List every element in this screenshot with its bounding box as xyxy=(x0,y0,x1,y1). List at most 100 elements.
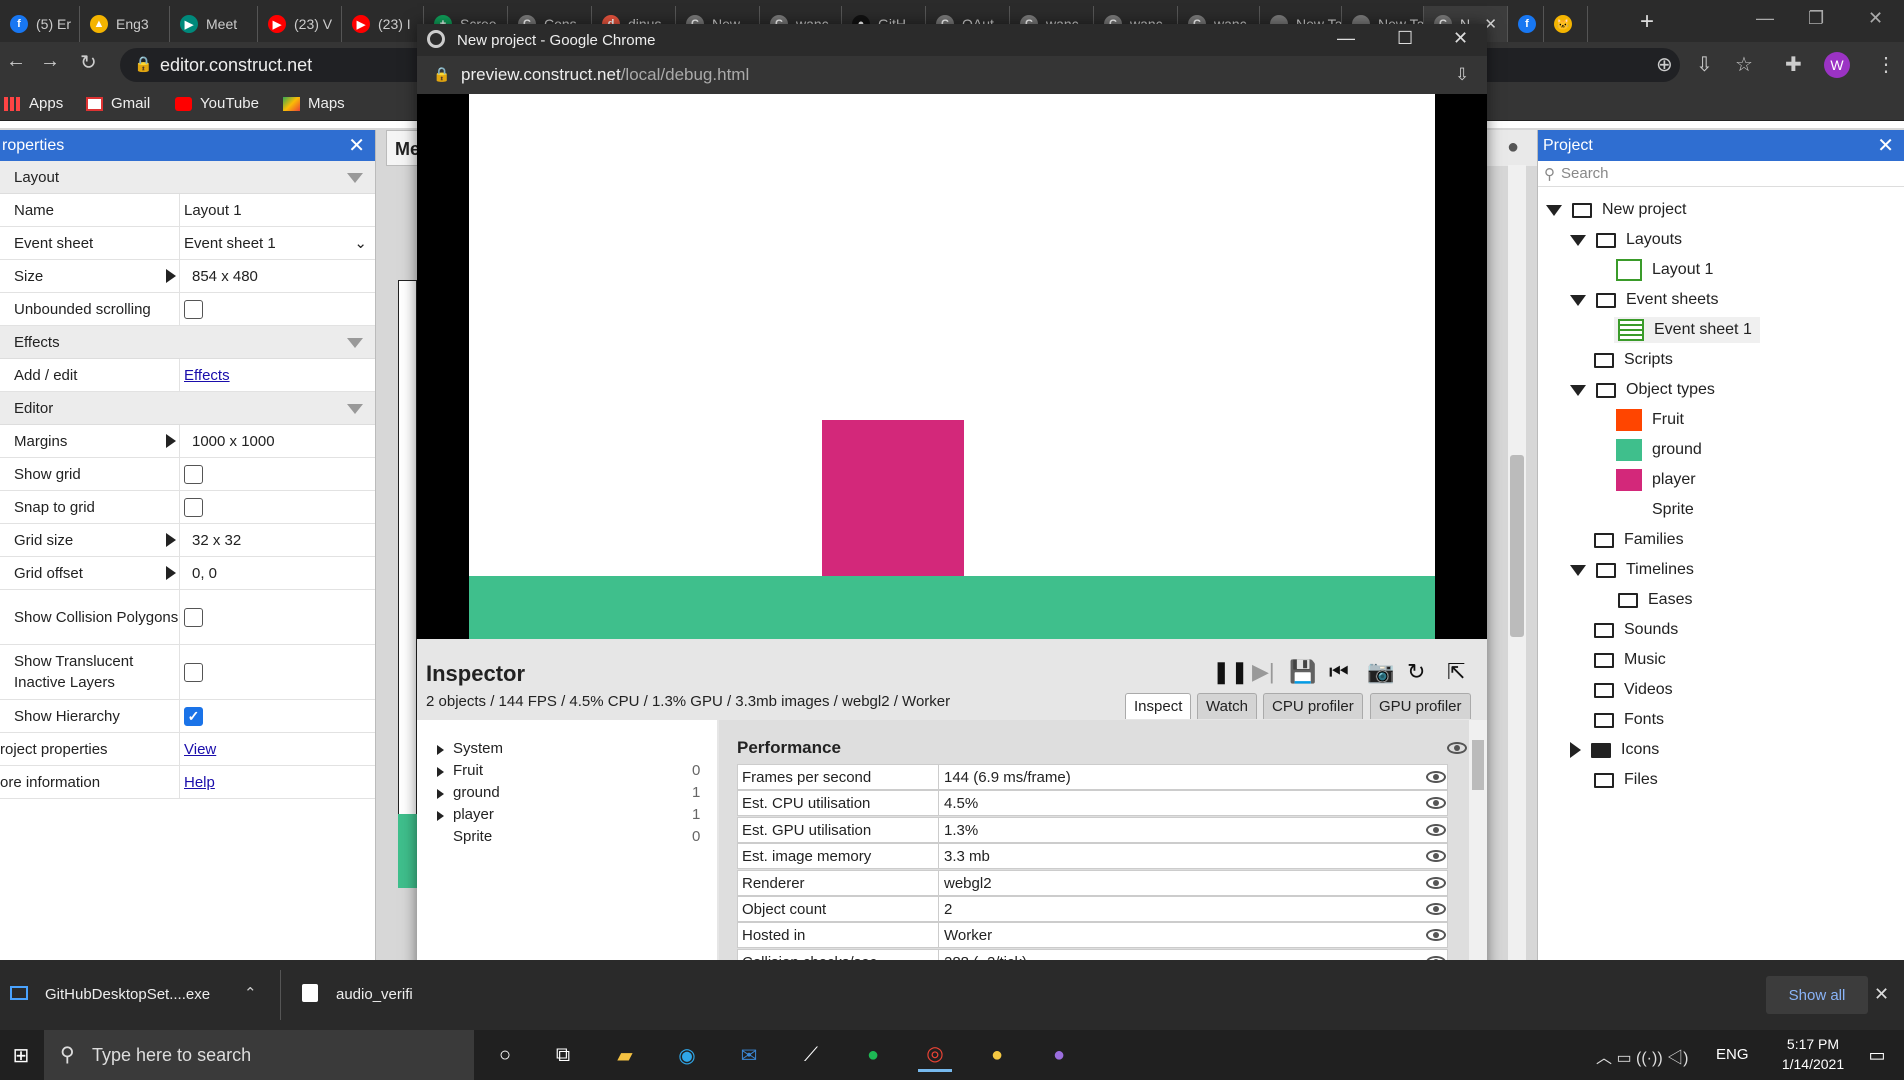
tree-families[interactable]: Families xyxy=(1594,527,1684,553)
eye-icon[interactable] xyxy=(1447,742,1467,754)
cortana-icon[interactable]: ○ xyxy=(488,1038,522,1072)
eye-icon[interactable] xyxy=(1426,850,1446,863)
file-explorer-icon[interactable]: ▰ xyxy=(608,1038,642,1072)
expand-icon[interactable] xyxy=(166,269,176,283)
tree-item-player[interactable]: player xyxy=(453,806,494,823)
layout-scrollbar[interactable] xyxy=(1508,165,1526,965)
chevron-down-icon[interactable]: ⌄ xyxy=(354,234,367,252)
browser-tab[interactable]: f (5) Er xyxy=(0,6,80,42)
browser-tab[interactable]: ▲ Eng3 xyxy=(80,6,170,42)
app-yellow-icon[interactable]: ● xyxy=(980,1038,1014,1072)
eye-icon[interactable] xyxy=(1426,771,1446,783)
tree-icons[interactable]: Icons xyxy=(1570,737,1659,763)
clock-date[interactable]: 1/14/2021 xyxy=(1774,1056,1852,1072)
collision-checkbox[interactable] xyxy=(184,607,203,627)
taskbar-search[interactable]: ⚲ Type here to search xyxy=(44,1030,474,1080)
scrollbar-thumb[interactable] xyxy=(1510,455,1524,637)
edge-icon[interactable]: ◉ xyxy=(670,1038,704,1072)
help-link[interactable]: Help xyxy=(184,774,215,791)
forward-icon[interactable]: → xyxy=(40,50,60,73)
eye-icon[interactable] xyxy=(1426,903,1446,915)
tree-scripts[interactable]: Scripts xyxy=(1594,347,1673,373)
download-item-audio[interactable]: audio_verifi xyxy=(336,986,413,1003)
close-icon[interactable]: ✕ xyxy=(1877,133,1894,158)
hierarchy-checkbox[interactable]: ✓ xyxy=(184,706,203,726)
mail-icon[interactable]: ✉ xyxy=(732,1038,766,1072)
tab-inspect[interactable]: Inspect xyxy=(1125,693,1192,719)
tree-files[interactable]: Files xyxy=(1594,767,1658,793)
tree-item-system[interactable]: System xyxy=(453,740,503,757)
browser-tab[interactable]: f xyxy=(1508,6,1544,42)
prop-value[interactable]: 32 x 32 xyxy=(192,532,241,549)
tree-item-ground[interactable]: ground xyxy=(453,784,500,801)
tree-music[interactable]: Music xyxy=(1594,647,1666,673)
popout-icon[interactable]: ⇱ xyxy=(1447,659,1465,685)
eye-icon[interactable] xyxy=(1426,876,1446,889)
app-purple-icon[interactable]: ● xyxy=(1042,1038,1076,1072)
chrome-icon[interactable]: ◎ xyxy=(918,1038,952,1072)
expand-icon[interactable] xyxy=(437,767,444,777)
step-icon[interactable]: ▶| xyxy=(1252,659,1275,685)
game-canvas[interactable] xyxy=(469,94,1435,639)
profile-avatar[interactable]: W xyxy=(1824,52,1850,78)
section-effects[interactable]: Effects xyxy=(0,326,375,359)
expand-icon[interactable] xyxy=(166,533,176,547)
tree-fonts[interactable]: Fonts xyxy=(1594,707,1664,733)
tree-item-fruit[interactable]: Fruit xyxy=(453,762,483,779)
unbounded-checkbox[interactable] xyxy=(184,299,203,319)
tree-objecttypes[interactable]: Object types xyxy=(1570,377,1715,403)
close-icon[interactable]: ✕ xyxy=(1868,8,1883,29)
browser-tab[interactable]: ▶ (23) V xyxy=(258,6,342,42)
maximize-icon[interactable]: ☐ xyxy=(1397,28,1413,49)
bookmark-maps[interactable]: Maps xyxy=(283,95,345,112)
eye-icon[interactable] xyxy=(1426,929,1446,942)
install-icon[interactable]: ⇩ xyxy=(1455,65,1469,85)
reload-icon[interactable]: ↻ xyxy=(1407,659,1425,685)
chevron-up-icon[interactable]: ⌃ xyxy=(244,984,257,1002)
camera-icon[interactable]: 📷 xyxy=(1367,659,1394,685)
collapse-icon[interactable] xyxy=(347,404,363,414)
spotify-icon[interactable]: ● xyxy=(856,1038,890,1072)
bookmark-gmail[interactable]: Gmail xyxy=(86,95,150,112)
install-icon[interactable]: ⇩ xyxy=(1696,52,1713,77)
tree-eases[interactable]: Eases xyxy=(1618,587,1692,613)
tab-gpu-profiler[interactable]: GPU profiler xyxy=(1370,693,1471,719)
section-editor[interactable]: Editor xyxy=(0,392,375,425)
browser-tab[interactable]: 🐱 xyxy=(1544,6,1588,42)
preview-address-bar[interactable]: 🔒 preview.construct.net/local/debug.html… xyxy=(417,56,1487,94)
expand-icon[interactable] xyxy=(437,745,444,755)
bookmark-apps[interactable]: Apps xyxy=(4,95,63,112)
notification-icon[interactable]: ▭ xyxy=(1860,1038,1894,1072)
tree-ground[interactable]: ground xyxy=(1616,437,1702,463)
new-tab-button[interactable]: + xyxy=(1640,8,1654,36)
event-sheet-select[interactable]: Event sheet 1 ⌄ xyxy=(180,234,375,253)
pause-icon[interactable]: ❚❚ xyxy=(1212,659,1249,685)
minimize-icon[interactable]: — xyxy=(1756,8,1774,29)
app-icon[interactable]: ⟋ xyxy=(794,1038,828,1072)
restore-icon[interactable]: ❐ xyxy=(1808,8,1824,29)
menu-icon[interactable]: ⋮ xyxy=(1876,52,1896,77)
expand-icon[interactable] xyxy=(1570,294,1586,306)
eye-icon[interactable] xyxy=(1426,823,1446,836)
prop-value[interactable]: 854 x 480 xyxy=(192,268,258,285)
collapse-icon[interactable] xyxy=(347,173,363,183)
close-icon[interactable]: ✕ xyxy=(348,133,365,158)
prop-value[interactable]: Layout 1 xyxy=(180,202,375,219)
task-view-icon[interactable]: ⧉ xyxy=(546,1038,580,1072)
add-icon[interactable]: ⊕ xyxy=(1656,52,1673,77)
user-icon[interactable]: ● xyxy=(1507,136,1519,159)
windows-start-icon[interactable]: ⊞ xyxy=(4,1038,38,1072)
tree-sprite[interactable]: Sprite xyxy=(1652,497,1694,523)
expand-icon[interactable] xyxy=(1546,204,1562,216)
tray-icons[interactable]: ︿ ▭ ((·)) ◁) xyxy=(1596,1044,1688,1068)
expand-icon[interactable] xyxy=(437,789,444,799)
prop-value[interactable]: 0, 0 xyxy=(192,565,217,582)
clock-time[interactable]: 5:17 PM xyxy=(1774,1036,1852,1052)
tree-fruit[interactable]: Fruit xyxy=(1616,407,1684,433)
view-link[interactable]: View xyxy=(184,741,216,758)
project-search[interactable]: ⚲ Search xyxy=(1538,161,1904,187)
collapse-icon[interactable] xyxy=(347,338,363,348)
back-icon[interactable]: ← xyxy=(6,50,26,73)
translucent-checkbox[interactable] xyxy=(184,662,203,682)
bookmark-youtube[interactable]: YouTube xyxy=(175,95,259,112)
